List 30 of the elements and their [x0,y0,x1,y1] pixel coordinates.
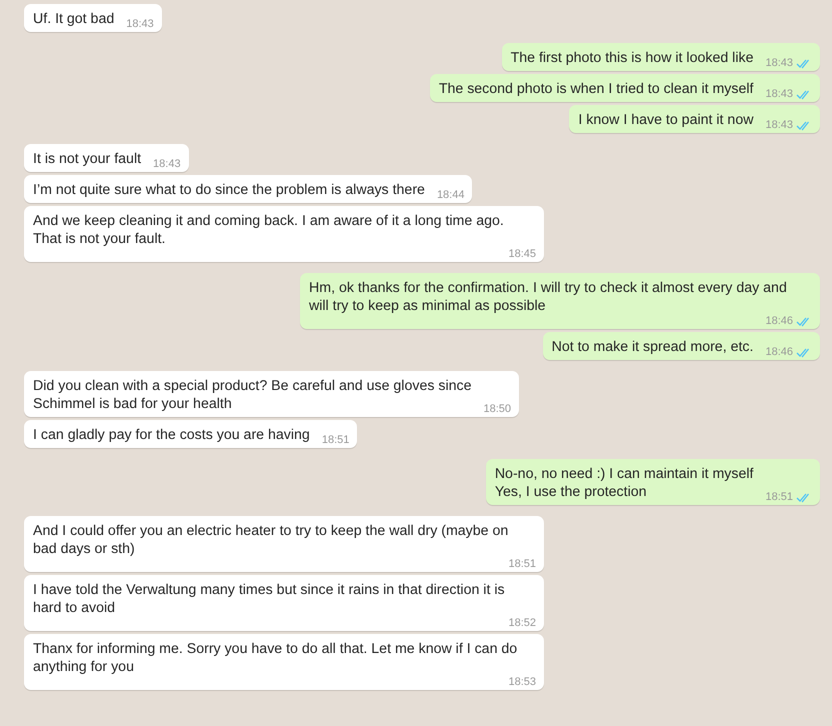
message-time: 18:45 [508,248,536,260]
message-text: Uf. It got bad [33,10,114,28]
message-time: 18:51 [765,491,793,503]
message-time: 18:50 [484,403,512,415]
message-text: The first photo this is how it looked like [510,49,754,67]
message-text: I’m not quite sure what to do since the problem is always there [33,181,425,199]
message-text: I can gladly pay for the costs you are having [33,426,310,444]
message-text: Not to make it spread more, etc. [552,338,754,356]
message-text: Thanx for informing me. Sorry you have to do all that. Let me know if I can do anything for you [33,640,518,676]
message-text: Hm, ok thanks for the confirmation. I will try to check it almost every day and will try to keep as minimal as possible [309,279,787,315]
message-time: 18:53 [508,676,536,688]
message-text: No-no, no need :) I can maintain it myself Yes, I use the protection [494,465,754,501]
message-time: 18:46 [765,315,793,327]
message-time: 18:51 [508,558,536,570]
message-time: 18:43 [126,18,154,30]
message-time: 18:52 [508,617,536,629]
message-time: 18:43 [153,158,181,170]
message-text: I have told the Verwaltung many times but since it rains in that direction it is hard to avoid [33,581,505,617]
message-text: Did you clean with a special product? Be careful and use gloves since Schimmel is bad for your health [33,377,472,413]
message-text: And I could offer you an electric heater to try to keep the wall dry (maybe on bad days or sth) [33,522,508,558]
message-time: 18:43 [765,88,793,100]
message-time: 18:43 [765,119,793,131]
message-time: 18:46 [765,346,793,358]
message-text: And we keep cleaning it and coming back. I am aware of it a long time ago. That is not your fault. [33,212,504,248]
message-time: 18:44 [436,189,464,201]
message-time: 18:51 [322,434,350,446]
message-time: 18:43 [765,57,793,69]
message-text: The second photo is when I tried to clean it myself [438,80,754,98]
message-text: I know I have to paint it now [578,111,754,129]
message-text: It is not your fault [33,150,142,168]
